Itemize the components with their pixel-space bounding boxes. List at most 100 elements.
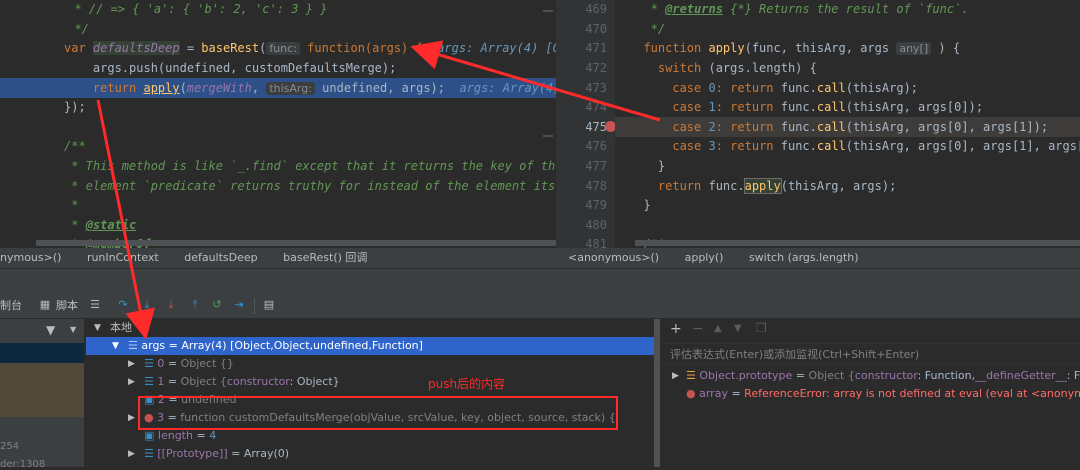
code-line: function apply(func, thisArg, args any[]… <box>629 41 961 55</box>
variable-row[interactable]: ▶ ☰ 1 = Object {constructor: Object} <box>86 373 660 391</box>
breadcrumb-item[interactable]: runInContext <box>87 251 159 264</box>
code-line-defaultsdeep: var defaultsDeep = baseRest(func: functi… <box>64 41 556 55</box>
variable-row[interactable]: ▶ ☰ [[Prototype]] = Array(0) <box>86 445 660 463</box>
breadcrumb-item[interactable]: apply() <box>685 251 724 264</box>
line-number: 480 <box>585 218 607 232</box>
execution-line: return apply(mergeWith, thisArg: undefin… <box>0 78 556 98</box>
line-number: 469 <box>585 2 607 16</box>
menu-icon[interactable]: ☰ <box>88 298 102 312</box>
breadcrumb-left: nymous>() runInContext defaultsDeep base… <box>0 248 556 268</box>
code-line: case 0: return func.call(thisArg); <box>629 81 919 95</box>
code-line: } <box>629 159 666 173</box>
list-icon: ☰ <box>144 447 154 460</box>
vertical-scrollbar[interactable] <box>654 319 660 467</box>
console-tab[interactable]: 制台 <box>0 298 22 314</box>
chevron-down-icon[interactable]: ▼ <box>112 337 119 355</box>
chevron-right-icon[interactable]: ▶ <box>128 409 135 427</box>
script-tab[interactable]: 脚本 <box>56 298 78 314</box>
debug-tab-bar <box>0 268 1080 295</box>
code-line: /** <box>64 139 86 153</box>
primitive-icon: ▣ <box>144 429 155 442</box>
code-line: * This method is like `_.find` except th… <box>64 159 556 173</box>
annotation-label: push后的内容 <box>428 377 506 391</box>
code-line: }); <box>64 100 86 114</box>
add-watch-icon[interactable]: + <box>670 321 682 337</box>
code-line: * // => { 'a': { 'b': 2, 'c': 3 } } <box>74 2 328 16</box>
remove-watch-icon[interactable]: − <box>692 321 704 337</box>
breadcrumb-right: <anonymous>() apply() switch (args.lengt… <box>556 248 1080 268</box>
type-hint: any[] <box>896 42 932 55</box>
code-line: switch (args.length) { <box>629 61 817 75</box>
code-line: * @returns {*} Returns the result of `fu… <box>629 2 969 16</box>
line-number: 475 <box>585 120 607 134</box>
code-line-breakpoint: case 2: return func.call(thisArg, args[0… <box>629 120 1049 134</box>
code-line: * @static <box>64 218 137 232</box>
evaluate-table-icon[interactable]: ▤ <box>262 298 276 312</box>
code-line: return func.apply(thisArg, args); <box>629 178 897 194</box>
breadcrumb-item[interactable]: baseRest() 回调 <box>283 251 367 264</box>
annotation-box <box>138 396 618 430</box>
frame-line-text: 254 <box>0 441 20 452</box>
watches-panel: + − ▲ ▼ ❐ 评估表达式(Enter)或添加监视(Ctrl+Shift+E… <box>662 319 1080 467</box>
copy-icon[interactable]: ❐ <box>756 321 767 335</box>
breadcrumb-item[interactable]: defaultsDeep <box>184 251 257 264</box>
line-number: 473 <box>585 81 607 95</box>
line-number: 474 <box>585 100 607 114</box>
code-line: case 1: return func.call(thisArg, args[0… <box>629 100 984 114</box>
breadcrumb-item[interactable]: switch (args.length) <box>749 251 859 264</box>
code-line: } <box>629 198 651 212</box>
line-number: 481 <box>585 237 607 248</box>
code-line: * element `predicate` returns truthy for… <box>64 179 556 193</box>
code-line: case 3: return func.call(thisArg, args[0… <box>629 139 1080 153</box>
param-hint: func: <box>266 42 300 55</box>
chevron-right-icon[interactable]: ▶ <box>128 373 135 391</box>
left-editor[interactable]: * // => { 'a': { 'b': 2, 'c': 3 } } */ v… <box>0 0 556 248</box>
error-icon: ● <box>686 387 696 400</box>
chevron-right-icon[interactable]: ▶ <box>128 445 135 463</box>
line-number: 479 <box>585 198 607 212</box>
variable-row-args[interactable]: ▼ ☰ args = Array(4) [Object,Object,undef… <box>86 337 660 355</box>
line-number: 472 <box>585 61 607 75</box>
fold-marker[interactable] <box>543 10 553 12</box>
line-number: 476 <box>585 139 607 153</box>
frame-selected[interactable] <box>0 343 84 363</box>
step-into-icon[interactable]: ⤓ <box>140 298 154 312</box>
frame-line-text: der:1308 <box>0 459 46 470</box>
force-step-into-icon[interactable]: ⤓ <box>164 298 178 312</box>
watch-row[interactable]: ▶ ☰ Object.prototype = Object {construct… <box>662 367 1080 385</box>
chevron-down-icon[interactable]: ▼ <box>94 319 101 337</box>
variable-row[interactable]: ▶ ☰ 0 = Object {} <box>86 355 660 373</box>
evaluate-input[interactable]: 评估表达式(Enter)或添加监视(Ctrl+Shift+Enter) <box>662 343 1080 365</box>
breadcrumb-item[interactable]: nymous>() <box>0 251 61 264</box>
frame-item[interactable] <box>0 363 84 417</box>
right-editor[interactable]: 469 470 471 472 473 474 475 476 477 478 … <box>556 0 1080 248</box>
chevron-right-icon[interactable]: ▶ <box>128 355 135 373</box>
variables-panel: ▼ 本地 ▼ ☰ args = Array(4) [Object,Object,… <box>86 319 660 467</box>
watch-row[interactable]: ● array = ReferenceError: array is not d… <box>662 385 1080 403</box>
line-number: 470 <box>585 22 607 36</box>
param-hint: thisArg: <box>266 82 315 95</box>
breadcrumb-item[interactable]: <anonymous>() <box>568 251 659 264</box>
toolbar-divider <box>254 298 255 314</box>
script-icon: ▦ <box>39 298 51 311</box>
variables-root[interactable]: ▼ 本地 <box>86 319 660 337</box>
step-out-icon[interactable]: ⤒ <box>188 298 202 312</box>
fold-marker[interactable] <box>543 135 553 137</box>
list-icon: ☰ <box>144 375 154 388</box>
line-number: 471 <box>585 41 607 55</box>
frames-panel: ▼ ▼ 254 der:1308 <box>0 319 84 470</box>
move-up-icon[interactable]: ▲ <box>714 323 722 334</box>
code-line: */ <box>629 22 666 36</box>
run-to-cursor-icon[interactable]: ⇥ <box>232 298 246 312</box>
dropdown-arrow-icon[interactable]: ▼ <box>70 325 76 334</box>
drop-frame-icon[interactable]: ↺ <box>210 298 224 312</box>
horizontal-scrollbar[interactable] <box>36 240 556 246</box>
filter-icon[interactable]: ▼ <box>46 323 55 337</box>
move-down-icon[interactable]: ▼ <box>734 323 742 334</box>
step-over-icon[interactable]: ↷ <box>116 298 130 312</box>
list-icon: ☰ <box>144 357 154 370</box>
array-icon: ☰ <box>128 339 138 352</box>
horizontal-scrollbar[interactable] <box>635 240 1080 246</box>
chevron-right-icon[interactable]: ▶ <box>672 367 679 385</box>
debug-toolbar: 制台 ▦ 脚本 ☰ ↷ ⤓ ⤓ ⤒ ↺ ⇥ ▤ <box>0 294 1080 319</box>
